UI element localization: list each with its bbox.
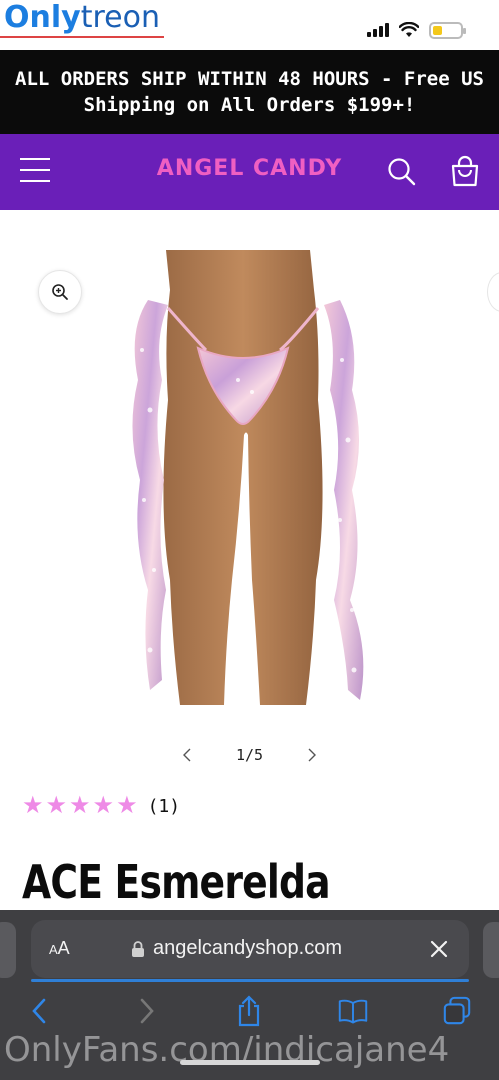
search-icon[interactable] — [386, 156, 418, 188]
status-bar: Onlytreon — [0, 0, 499, 50]
tabs-icon[interactable] — [442, 996, 472, 1026]
chevron-right-icon[interactable] — [301, 744, 323, 766]
site-header: ANGEL CANDY — [0, 134, 499, 210]
close-icon[interactable] — [427, 937, 451, 961]
browser-bottom-bar: AA angelcandyshop.com — [0, 910, 499, 1080]
chevron-left-icon[interactable] — [176, 744, 198, 766]
slider-counter: 1/5 — [235, 746, 264, 764]
back-icon[interactable] — [24, 996, 54, 1026]
star-icon: ★ — [92, 792, 115, 819]
cellular-signal-icon — [367, 23, 389, 37]
wifi-icon — [399, 22, 419, 37]
bookmarks-icon[interactable] — [338, 996, 368, 1026]
page-settings-button[interactable]: AA — [49, 938, 70, 959]
share-icon[interactable] — [234, 995, 264, 1027]
star-icon: ★ — [116, 792, 138, 819]
product-image[interactable] — [128, 250, 378, 710]
rating-count: (1) — [147, 795, 181, 817]
next-tab-peek[interactable] — [483, 922, 499, 978]
battery-icon — [429, 21, 466, 39]
product-rating[interactable]: ★ ★ ★ ★ ★ (1) — [22, 792, 180, 820]
address-bar[interactable]: AA angelcandyshop.com — [31, 920, 469, 982]
hamburger-icon[interactable] — [20, 158, 50, 186]
url-text: angelcandyshop.com — [153, 937, 343, 959]
home-indicator — [180, 1060, 320, 1065]
product-media: 1/5 — [0, 210, 499, 790]
status-icons — [367, 20, 466, 40]
product-title: ACE Esmerelda — [22, 855, 331, 909]
zoom-in-icon[interactable] — [38, 270, 82, 314]
battery-fill — [433, 25, 443, 35]
previous-tab-peek[interactable] — [0, 922, 16, 978]
bag-icon[interactable] — [448, 155, 482, 189]
star-icon: ★ — [69, 792, 91, 819]
star-icon: ★ — [45, 792, 68, 819]
star-icon: ★ — [22, 792, 44, 819]
watermark-logo: Onlytreon — [0, 0, 164, 38]
watermark-brand-a: Only — [4, 0, 81, 35]
lock-icon — [132, 941, 144, 957]
announcement-bar: ALL ORDERS SHIP WITHIN 48 HOURS - Free U… — [0, 50, 499, 134]
browser-toolbar — [0, 988, 499, 1036]
brand-logo[interactable]: ANGEL CANDY — [157, 156, 342, 181]
announcement-text: ALL ORDERS SHIP WITHIN 48 HOURS - Free U… — [15, 68, 484, 116]
watermark-brand-b: treon — [80, 0, 160, 35]
slider-nav: 1/5 — [0, 740, 499, 770]
forward-icon[interactable] — [132, 996, 162, 1026]
next-slide-peek[interactable] — [487, 272, 499, 312]
